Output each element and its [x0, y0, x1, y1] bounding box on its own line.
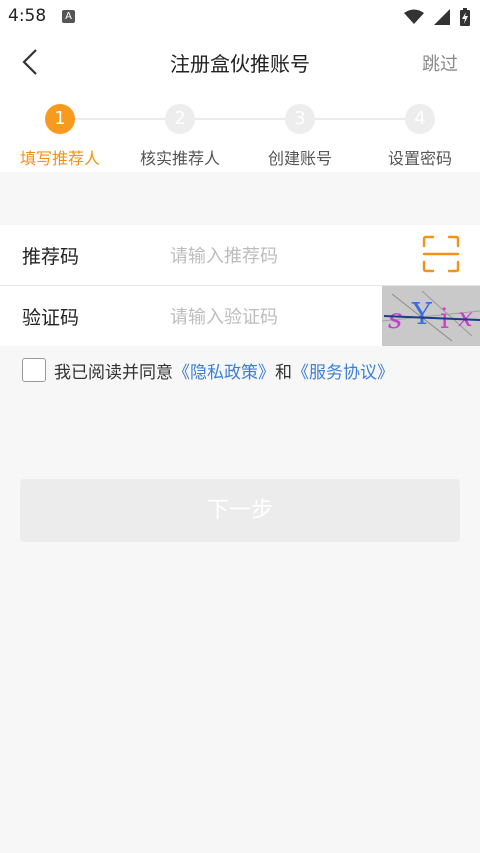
nav-bar: 注册盒伙推账号 跳过: [0, 34, 480, 90]
referral-code-row: 推荐码: [0, 225, 480, 286]
referral-code-label: 推荐码: [22, 246, 80, 268]
agreement: 我已阅读并同意 《隐私政策》 和 《服务协议》: [22, 356, 394, 384]
captcha-char: Y: [411, 297, 433, 332]
step-number: 3: [285, 104, 315, 134]
signal-icon: [434, 9, 450, 25]
scan-qr-button[interactable]: [422, 235, 460, 273]
service-agreement-link[interactable]: 《服务协议》: [292, 358, 394, 383]
step-4: 4 设置密码: [360, 104, 480, 169]
step-label: 设置密码: [387, 149, 452, 168]
captcha-input[interactable]: [168, 301, 372, 333]
agreement-text: 我已阅读并同意: [54, 362, 173, 383]
captcha-image[interactable]: s Y i x sYix: [382, 286, 480, 346]
battery-icon: [460, 8, 470, 26]
notification-icon: A: [62, 10, 75, 23]
page-title: 注册盒伙推账号: [170, 52, 310, 76]
step-label: 创建账号: [267, 149, 332, 168]
agreement-conjunction: 和: [275, 362, 292, 383]
wifi-icon: [404, 9, 424, 24]
status-icons: [404, 6, 470, 28]
step-number: 2: [165, 104, 195, 134]
privacy-policy-link[interactable]: 《隐私政策》: [173, 358, 275, 383]
section-spacer: [0, 172, 480, 224]
referral-code-input[interactable]: [168, 240, 372, 272]
step-number: 1: [45, 104, 75, 134]
captcha-row: 验证码 s Y i x sYix: [0, 286, 480, 346]
status-time: 4:58: [8, 6, 47, 26]
scan-icon: [422, 235, 460, 273]
step-2: 2 核实推荐人: [120, 104, 240, 169]
captcha-label: 验证码: [22, 307, 80, 329]
captcha-char: s: [388, 302, 402, 335]
next-step-button[interactable]: 下一步: [20, 479, 460, 542]
captcha-char: x: [458, 303, 473, 333]
step-1: 1 填写推荐人: [0, 104, 120, 169]
step-label: 填写推荐人: [19, 149, 100, 168]
step-3: 3 创建账号: [240, 104, 360, 169]
registration-stepper: 1 填写推荐人 2 核实推荐人 3 创建账号 4 设置密码: [0, 90, 480, 172]
agree-checkbox[interactable]: [22, 358, 46, 382]
status-bar: 4:58 A: [0, 0, 480, 34]
step-label: 核实推荐人: [139, 149, 220, 168]
skip-button[interactable]: 跳过: [422, 50, 458, 76]
step-number: 4: [405, 104, 435, 134]
